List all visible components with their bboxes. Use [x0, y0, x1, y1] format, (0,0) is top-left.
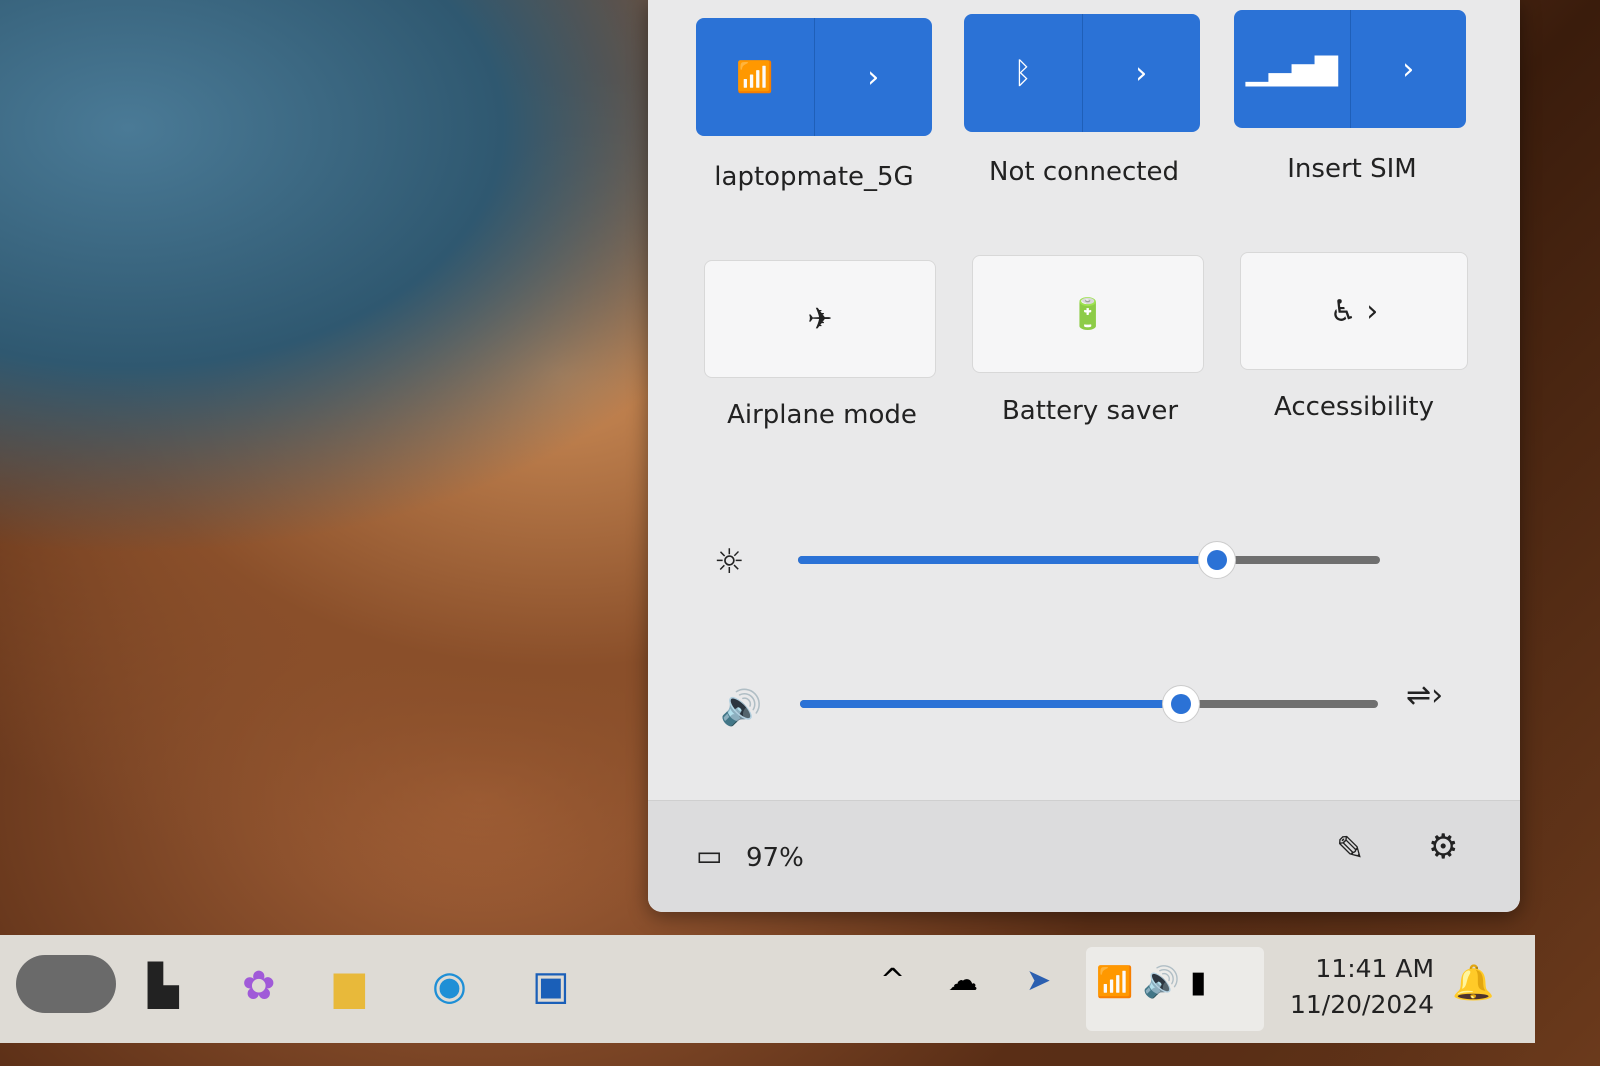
speaker-icon[interactable]: 🔊 [720, 688, 762, 728]
volume-fill [800, 700, 1182, 708]
taskbar: ▙ ✿ ▆ ◉ ▣ ^ ☁ ➤ 📶 🔊 ▮ 11:41 AM 11/20/202… [0, 935, 1535, 1043]
volume-slider[interactable] [800, 685, 1378, 723]
edge-icon[interactable]: ◉ [432, 963, 467, 1009]
battery-saver-icon: 🔋 [1069, 296, 1107, 332]
brightness-knob[interactable] [1198, 541, 1237, 579]
bluetooth-label: Not connected [989, 157, 1179, 187]
widgets-button[interactable] [16, 955, 116, 1013]
onedrive-offline-icon[interactable]: ☁ [948, 963, 978, 998]
copilot-icon[interactable]: ✿ [242, 963, 276, 1009]
battery-saver-label: Battery saver [1001, 396, 1179, 426]
cellular-icon[interactable]: ▁▃▅▇ [1234, 10, 1350, 128]
airplane-mode-tile[interactable]: ✈ [704, 260, 936, 378]
accessibility-tile[interactable]: ♿ › [1240, 252, 1468, 370]
show-hidden-icons-chevron-icon[interactable]: ^ [880, 963, 905, 998]
volume-icon: 🔊 [1142, 965, 1181, 1000]
notification-bell-icon[interactable]: 🔔 [1452, 963, 1494, 1003]
brightness-fill [798, 556, 1218, 564]
accessibility-icon: ♿ › [1329, 293, 1379, 329]
store-icon[interactable]: ▣ [532, 963, 570, 1009]
wifi-label: laptopmate_5G [714, 162, 914, 192]
wifi-tile[interactable]: 📶 › [696, 18, 932, 136]
edit-pencil-icon[interactable]: ✎ [1336, 829, 1365, 869]
file-explorer-icon[interactable]: ▆ [334, 963, 365, 1009]
cellular-label: Insert SIM [1287, 154, 1417, 184]
brightness-slider[interactable] [798, 541, 1380, 579]
panel-footer: ▭ 97% ✎ ⚙ [648, 800, 1520, 912]
bluetooth-icon[interactable]: ᛒ [964, 14, 1082, 132]
wifi-icon: 📶 [1096, 965, 1134, 1000]
cellular-expand-chevron-icon[interactable]: › [1349, 10, 1467, 128]
clock-date[interactable]: 11/20/2024 [1290, 987, 1434, 1023]
battery-icon: ▮ [1189, 965, 1207, 1000]
task-view-icon[interactable]: ▙ [148, 963, 179, 1009]
airplane-mode-label: Airplane mode [727, 400, 917, 430]
location-icon[interactable]: ➤ [1026, 963, 1051, 998]
clock-time[interactable]: 11:41 AM [1290, 951, 1434, 987]
wifi-expand-chevron-icon[interactable]: › [813, 18, 933, 136]
quick-settings-panel: 📶 › laptopmate_5G ᛒ › Not connected ▁▃▅▇… [648, 0, 1520, 912]
cellular-tile[interactable]: ▁▃▅▇ › [1234, 10, 1466, 128]
battery-icon: ▭ [696, 839, 723, 872]
system-tray-network-volume-battery[interactable]: 📶 🔊 ▮ [1086, 947, 1264, 1031]
airplane-icon: ✈ [807, 301, 833, 337]
battery-saver-tile[interactable]: 🔋 [972, 255, 1204, 373]
brightness-icon: ☼ [714, 542, 745, 582]
volume-knob[interactable] [1162, 685, 1201, 723]
wifi-icon[interactable]: 📶 [696, 18, 814, 136]
accessibility-label: Accessibility [1274, 392, 1434, 422]
battery-percent[interactable]: 97% [746, 843, 804, 873]
bluetooth-expand-chevron-icon[interactable]: › [1081, 14, 1201, 132]
audio-output-chevron-icon[interactable]: ⇌› [1406, 678, 1443, 713]
settings-gear-icon[interactable]: ⚙ [1428, 827, 1458, 867]
bluetooth-tile[interactable]: ᛒ › [964, 14, 1200, 132]
